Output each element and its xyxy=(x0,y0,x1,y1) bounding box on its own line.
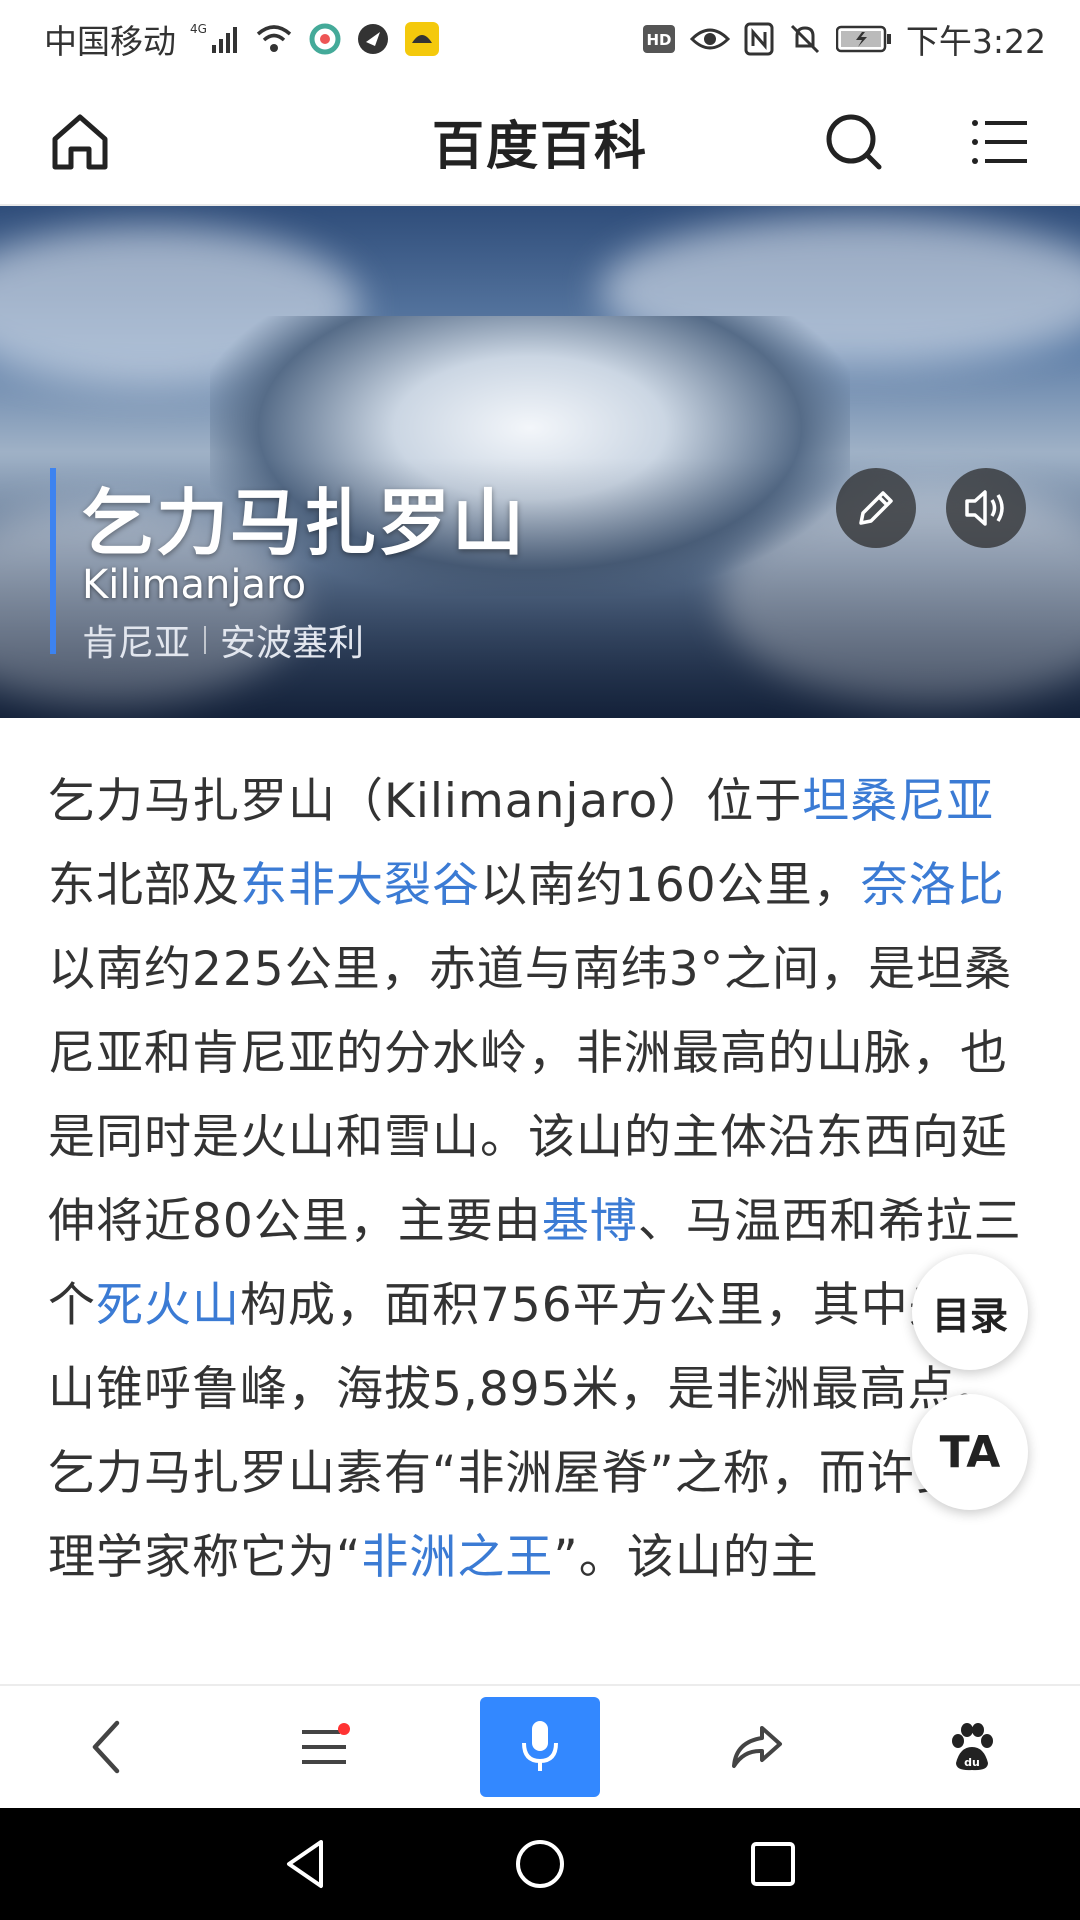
app-notification-icon xyxy=(308,19,342,59)
system-navigation-bar xyxy=(0,1808,1080,1920)
app-header: 百度百科 xyxy=(0,78,1080,206)
carrier-label: 中国移动 xyxy=(44,22,176,61)
entry-tags: 肯尼亚 安波塞利 xyxy=(82,614,364,666)
tag-divider xyxy=(204,626,207,654)
clock: 下午3:22 xyxy=(905,22,1046,61)
article-text: ”。该山的主 xyxy=(553,1530,819,1585)
home-icon xyxy=(52,114,108,170)
list-button[interactable] xyxy=(264,1697,384,1797)
search-button[interactable] xyxy=(812,100,896,184)
article-link[interactable]: 东非大裂谷 xyxy=(240,858,480,913)
eye-comfort-icon xyxy=(689,19,730,59)
wifi-icon xyxy=(254,19,294,59)
entry-subtitle: Kilimanjaro xyxy=(82,562,307,608)
car-app-icon xyxy=(404,19,440,59)
audio-button[interactable] xyxy=(946,468,1026,548)
menu-button[interactable] xyxy=(958,100,1042,184)
back-button[interactable] xyxy=(48,1697,168,1797)
page-title: 百度百科 xyxy=(431,116,648,177)
status-bar: 中国移动 4G HD 下午3:22 xyxy=(0,0,1080,78)
tag-item[interactable]: 肯尼亚 xyxy=(82,614,190,666)
notification-dot xyxy=(338,1723,350,1735)
edit-button[interactable] xyxy=(836,468,916,548)
nav-recents-icon[interactable] xyxy=(743,1834,803,1894)
article-text: 以南约160公里， xyxy=(480,858,861,913)
tag-item[interactable]: 安波塞利 xyxy=(220,614,364,666)
baidu-paw-icon: du xyxy=(952,1723,993,1771)
article-link[interactable]: 死火山 xyxy=(96,1278,240,1333)
share-button[interactable] xyxy=(696,1697,816,1797)
entry-title: 乞力马扎罗山 xyxy=(82,481,527,565)
pencil-icon xyxy=(859,491,893,525)
title-accent-bar xyxy=(50,468,56,654)
network-type: 4G xyxy=(190,22,207,36)
toc-button[interactable]: 目录 xyxy=(912,1254,1028,1370)
chevron-left-icon xyxy=(92,1720,120,1774)
menu-icon xyxy=(972,120,1027,164)
microphone-icon xyxy=(522,1721,558,1771)
mute-icon xyxy=(788,19,822,59)
article-text: 乞力马扎罗山（Kilimanjaro）位于 xyxy=(48,774,803,829)
nav-back-icon[interactable] xyxy=(277,1834,337,1894)
font-size-button[interactable]: TA xyxy=(912,1394,1028,1510)
hero-banner: 乞力马扎罗山 Kilimanjaro 肯尼亚 安波塞利 xyxy=(0,206,1080,718)
article-body: 乞力马扎罗山（Kilimanjaro）位于坦桑尼亚东北部及东非大裂谷以南约160… xyxy=(48,760,1032,1600)
search-icon xyxy=(826,114,882,170)
nav-home-icon[interactable] xyxy=(510,1834,570,1894)
svg-text:du: du xyxy=(964,1756,980,1769)
nfc-icon xyxy=(744,19,774,59)
baidu-home-button[interactable]: du xyxy=(912,1697,1032,1797)
location-app-icon xyxy=(356,19,390,59)
article-link[interactable]: 奈洛比 xyxy=(861,858,1005,913)
voice-search-button[interactable] xyxy=(480,1697,600,1797)
article-text: 东北部及 xyxy=(48,858,240,913)
hd-text: HD xyxy=(646,31,671,49)
article-link[interactable]: 基博 xyxy=(542,1194,638,1249)
battery-icon xyxy=(835,19,892,59)
speaker-icon xyxy=(965,490,1004,526)
signal-icon: 4G xyxy=(190,19,240,59)
home-button[interactable] xyxy=(38,100,122,184)
article-link[interactable]: 非洲之王 xyxy=(361,1530,553,1585)
article-link[interactable]: 坦桑尼亚 xyxy=(802,774,994,829)
hd-icon: HD xyxy=(642,19,676,59)
share-icon xyxy=(732,1726,782,1768)
bottom-toolbar: du xyxy=(0,1684,1080,1808)
